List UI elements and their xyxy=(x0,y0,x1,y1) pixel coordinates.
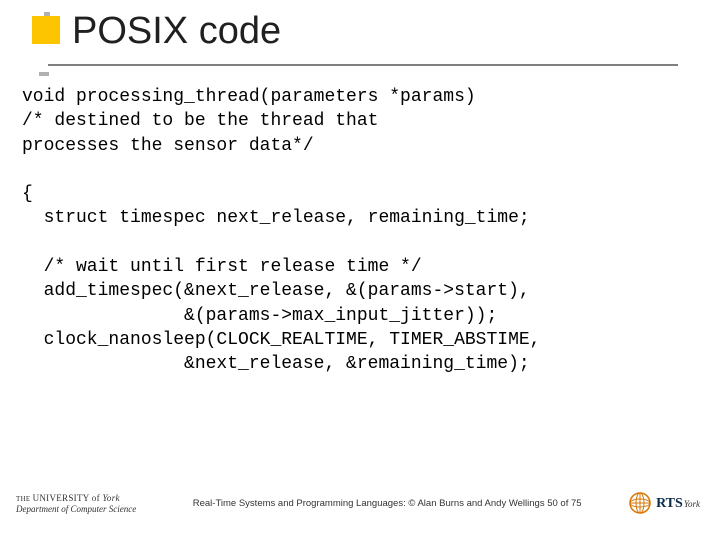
code-line: void processing_thread(parameters *param… xyxy=(22,87,476,107)
code-line: clock_nanosleep(CLOCK_REALTIME, TIMER_AB… xyxy=(22,330,540,350)
uni-of: of xyxy=(89,493,102,503)
title-accent-square xyxy=(32,16,60,44)
uni-loc: York xyxy=(102,493,119,503)
department: Department of Computer Science xyxy=(16,504,136,514)
globe-icon xyxy=(628,491,652,515)
rts-logo-text: RTS xyxy=(656,496,683,511)
footer: THE UNIVERSITY of York Department of Com… xyxy=(0,478,720,528)
title-accent-dash2 xyxy=(39,72,49,76)
uni-main: UNIVERSITY xyxy=(33,493,90,503)
code-line: { xyxy=(22,184,33,204)
code-line: &(params->max_input_jitter)); xyxy=(22,306,497,326)
code-line: struct timespec next_release, remaining_… xyxy=(22,208,530,228)
code-line: /* destined to be the thread that xyxy=(22,111,378,131)
title-area: POSIX code xyxy=(0,0,720,53)
slide: POSIX code void processing_thread(parame… xyxy=(0,0,720,540)
code-block: void processing_thread(parameters *param… xyxy=(0,53,720,377)
footer-left: THE UNIVERSITY of York Department of Com… xyxy=(16,493,136,514)
title-underline xyxy=(48,64,678,66)
title-accent-dash xyxy=(44,12,50,16)
code-line: add_timespec(&next_release, &(params->st… xyxy=(22,281,530,301)
rts-logo-sub: York xyxy=(684,499,700,509)
code-line: &next_release, &remaining_time); xyxy=(22,354,530,374)
uni-prefix: THE xyxy=(16,495,33,503)
code-line: processes the sensor data*/ xyxy=(22,136,314,156)
slide-title: POSIX code xyxy=(0,10,720,53)
rts-logo-group: RTSYork xyxy=(656,494,700,512)
code-line: /* wait until first release time */ xyxy=(22,257,422,277)
footer-caption: Real-Time Systems and Programming Langua… xyxy=(146,498,628,509)
university-name: THE UNIVERSITY of York xyxy=(16,493,136,503)
footer-right: RTSYork xyxy=(628,491,700,515)
